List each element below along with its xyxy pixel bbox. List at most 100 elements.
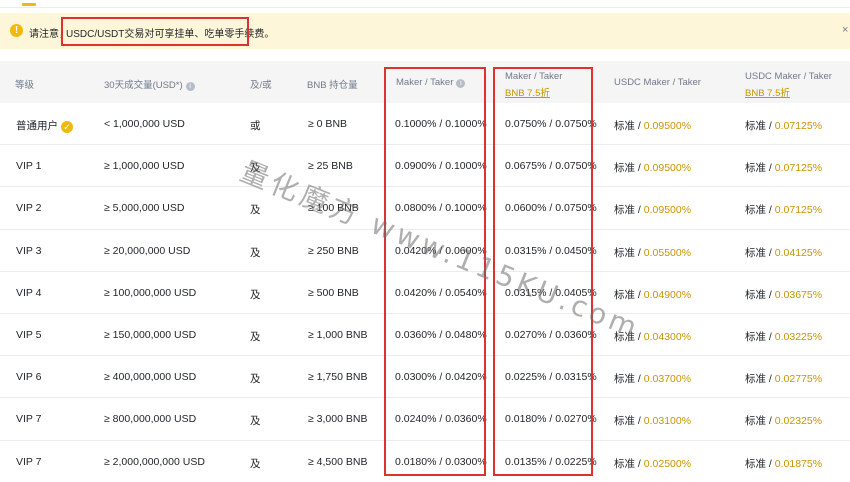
cell-usdc: 标准 / 0.04900%	[614, 287, 691, 302]
bnb-discount-link[interactable]: BNB 7.5折	[505, 85, 562, 99]
cell-fee-bnb-text: 0.0180% / 0.0270%	[505, 413, 597, 426]
cell-bnb: ≥ 250 BNB	[308, 245, 359, 257]
cell-andor-text: 及	[250, 204, 261, 217]
cell-usdc-bnb: 标准 / 0.07125%	[745, 118, 822, 133]
cell-bnb: ≥ 3,000 BNB	[308, 413, 367, 425]
header-maker-taker-label: Maker / Taker	[396, 77, 454, 88]
cell-bnb-text: ≥ 0 BNB	[308, 118, 348, 130]
cell-usdc-bnb: 标准 / 0.07125%	[745, 160, 822, 175]
cell-usdc: 标准 / 0.04300%	[614, 329, 691, 344]
cell-fee-bnb-text: 0.0315% / 0.0450%	[505, 244, 597, 257]
cell-volume: ≥ 5,000,000 USD	[104, 202, 184, 214]
header-usdc-maker-taker: USDC Maker / Taker	[614, 77, 701, 88]
cell-fee: 0.0420% / 0.0540%	[395, 287, 487, 299]
cell-level: VIP 3	[16, 245, 42, 257]
cell-usdc-standard: 标准 /	[614, 457, 644, 470]
cell-andor-text: 或	[250, 120, 261, 132]
cell-fee-bnb: 0.0600% / 0.0750%	[505, 202, 597, 214]
header-volume-label: 30天成交量(USD*)	[104, 80, 183, 91]
cell-fee-bnb: 0.0675% / 0.0750%	[505, 160, 597, 172]
cell-usdc-standard: 标准 /	[614, 246, 644, 259]
cell-usdc-value: 0.02500%	[643, 457, 692, 470]
cell-fee-text: 0.0240% / 0.0360%	[395, 413, 487, 426]
header-usdc-maker-taker-bnb-label: USDC Maker / Taker	[745, 71, 832, 82]
cell-usdc-bnb-standard: 标准 /	[745, 373, 775, 386]
table-row: 普通用户 ✓ < 1,000,000 USD 或 ≥ 0 BNB 0.1000% / 0.…	[0, 103, 850, 146]
cell-fee-text: 0.0360% / 0.0480%	[395, 329, 487, 341]
cell-usdc-value: 0.09500%	[643, 120, 692, 132]
header-maker-taker-bnb: Maker / Taker BNB 7.5折	[505, 71, 562, 99]
table-row: VIP 1 ≥ 1,000,000 USD 及 ≥ 25 BNB 0.0900% / 0…	[0, 145, 850, 188]
cell-volume: ≥ 2,000,000,000 USD	[104, 456, 205, 468]
cell-bnb-text: ≥ 250 BNB	[308, 244, 359, 257]
usdc-bnb-discount-link[interactable]: BNB 7.5折	[745, 85, 832, 99]
cell-fee-bnb-text: 0.0270% / 0.0360%	[505, 329, 597, 341]
cell-fee: 0.0900% / 0.1000%	[395, 160, 487, 172]
cell-usdc-bnb-value: 0.02325%	[774, 415, 823, 428]
cell-andor: 及	[250, 456, 261, 471]
cell-fee-bnb: 0.0315% / 0.0450%	[505, 245, 597, 257]
cell-level: VIP 7	[16, 456, 42, 468]
close-icon[interactable]: ×	[842, 24, 848, 36]
cell-usdc-value: 0.04300%	[643, 331, 692, 343]
cell-andor: 或	[250, 118, 261, 133]
cell-bnb: ≥ 1,000 BNB	[308, 329, 367, 341]
cell-level-text: VIP 7	[16, 413, 42, 426]
cell-level-text: VIP 6	[16, 371, 42, 384]
cell-usdc-standard: 标准 /	[614, 373, 644, 386]
cell-volume: ≥ 800,000,000 USD	[104, 413, 196, 425]
cell-usdc-bnb-standard: 标准 /	[745, 204, 775, 217]
header-maker-taker-bnb-label: Maker / Taker	[505, 71, 563, 82]
cell-fee-bnb-text: 0.0135% / 0.0225%	[505, 455, 597, 468]
cell-bnb-text: ≥ 25 BNB	[308, 160, 353, 173]
cell-fee: 0.0800% / 0.1000%	[395, 202, 487, 214]
cell-usdc-value: 0.09500%	[643, 204, 692, 217]
cell-andor: 及	[250, 245, 261, 260]
cell-fee-bnb: 0.0180% / 0.0270%	[505, 413, 597, 425]
cell-usdc-bnb-value: 0.01875%	[774, 457, 823, 470]
cell-usdc-value: 0.03700%	[643, 373, 692, 386]
cell-usdc-value: 0.03100%	[643, 415, 692, 428]
cell-usdc-bnb-value: 0.03225%	[774, 331, 823, 343]
cell-fee-bnb-text: 0.0315% / 0.0405%	[505, 286, 597, 299]
cell-andor-text: 及	[250, 288, 261, 301]
cell-usdc: 标准 / 0.09500%	[614, 202, 691, 217]
cell-usdc: 标准 / 0.03700%	[614, 371, 691, 386]
warning-icon: !	[10, 24, 23, 37]
cell-usdc-bnb: 标准 / 0.03675%	[745, 287, 822, 302]
cell-level-text: VIP 7	[16, 455, 42, 468]
cell-level: VIP 5	[16, 329, 42, 341]
table-header: 等级 30天成交量(USD*) i 及/或 BNB 持仓量 Maker / Tak…	[0, 61, 850, 103]
cell-andor-text: 及	[250, 246, 261, 259]
cell-andor-text: 及	[250, 457, 261, 470]
cell-fee: 0.0360% / 0.0480%	[395, 329, 487, 341]
cell-bnb: ≥ 0 BNB	[308, 118, 347, 130]
cell-volume: ≥ 20,000,000 USD	[104, 245, 190, 257]
cell-bnb: ≥ 1,750 BNB	[308, 371, 367, 383]
info-icon[interactable]: i	[185, 82, 195, 91]
cell-volume-text: ≥ 2,000,000,000 USD	[104, 455, 205, 468]
cell-level: 普通用户 ✓	[16, 118, 73, 133]
cell-fee-text: 0.0180% / 0.0300%	[395, 455, 487, 468]
cell-usdc-bnb-standard: 标准 /	[745, 162, 775, 175]
cell-andor: 及	[250, 329, 261, 344]
cell-usdc-bnb-standard: 标准 /	[745, 331, 775, 343]
cell-volume-text: ≥ 1,000,000 USD	[104, 160, 185, 173]
cell-level: VIP 1	[16, 160, 42, 172]
cell-fee: 0.1000% / 0.1000%	[395, 118, 487, 130]
cell-fee-text: 0.1000% / 0.1000%	[395, 118, 487, 130]
cell-bnb-text: ≥ 1,750 BNB	[308, 371, 368, 384]
table-row: VIP 2 ≥ 5,000,000 USD 及 ≥ 100 BNB 0.0800% / …	[0, 187, 850, 230]
cell-usdc-bnb-value: 0.04125%	[774, 246, 823, 259]
cell-fee-bnb: 0.0225% / 0.0315%	[505, 371, 597, 383]
cell-usdc-bnb-value: 0.03675%	[774, 288, 823, 301]
cell-usdc-value: 0.09500%	[643, 162, 692, 175]
cell-fee-bnb-text: 0.0600% / 0.0750%	[505, 202, 597, 215]
cell-bnb-text: ≥ 1,000 BNB	[308, 329, 368, 341]
cell-volume-text: < 1,000,000 USD	[104, 118, 185, 130]
cell-volume-text: ≥ 400,000,000 USD	[104, 371, 197, 384]
info-icon[interactable]: i	[456, 79, 466, 88]
cell-volume: ≥ 150,000,000 USD	[104, 329, 196, 341]
cell-usdc-bnb: 标准 / 0.03225%	[745, 329, 822, 344]
cell-andor: 及	[250, 413, 261, 428]
